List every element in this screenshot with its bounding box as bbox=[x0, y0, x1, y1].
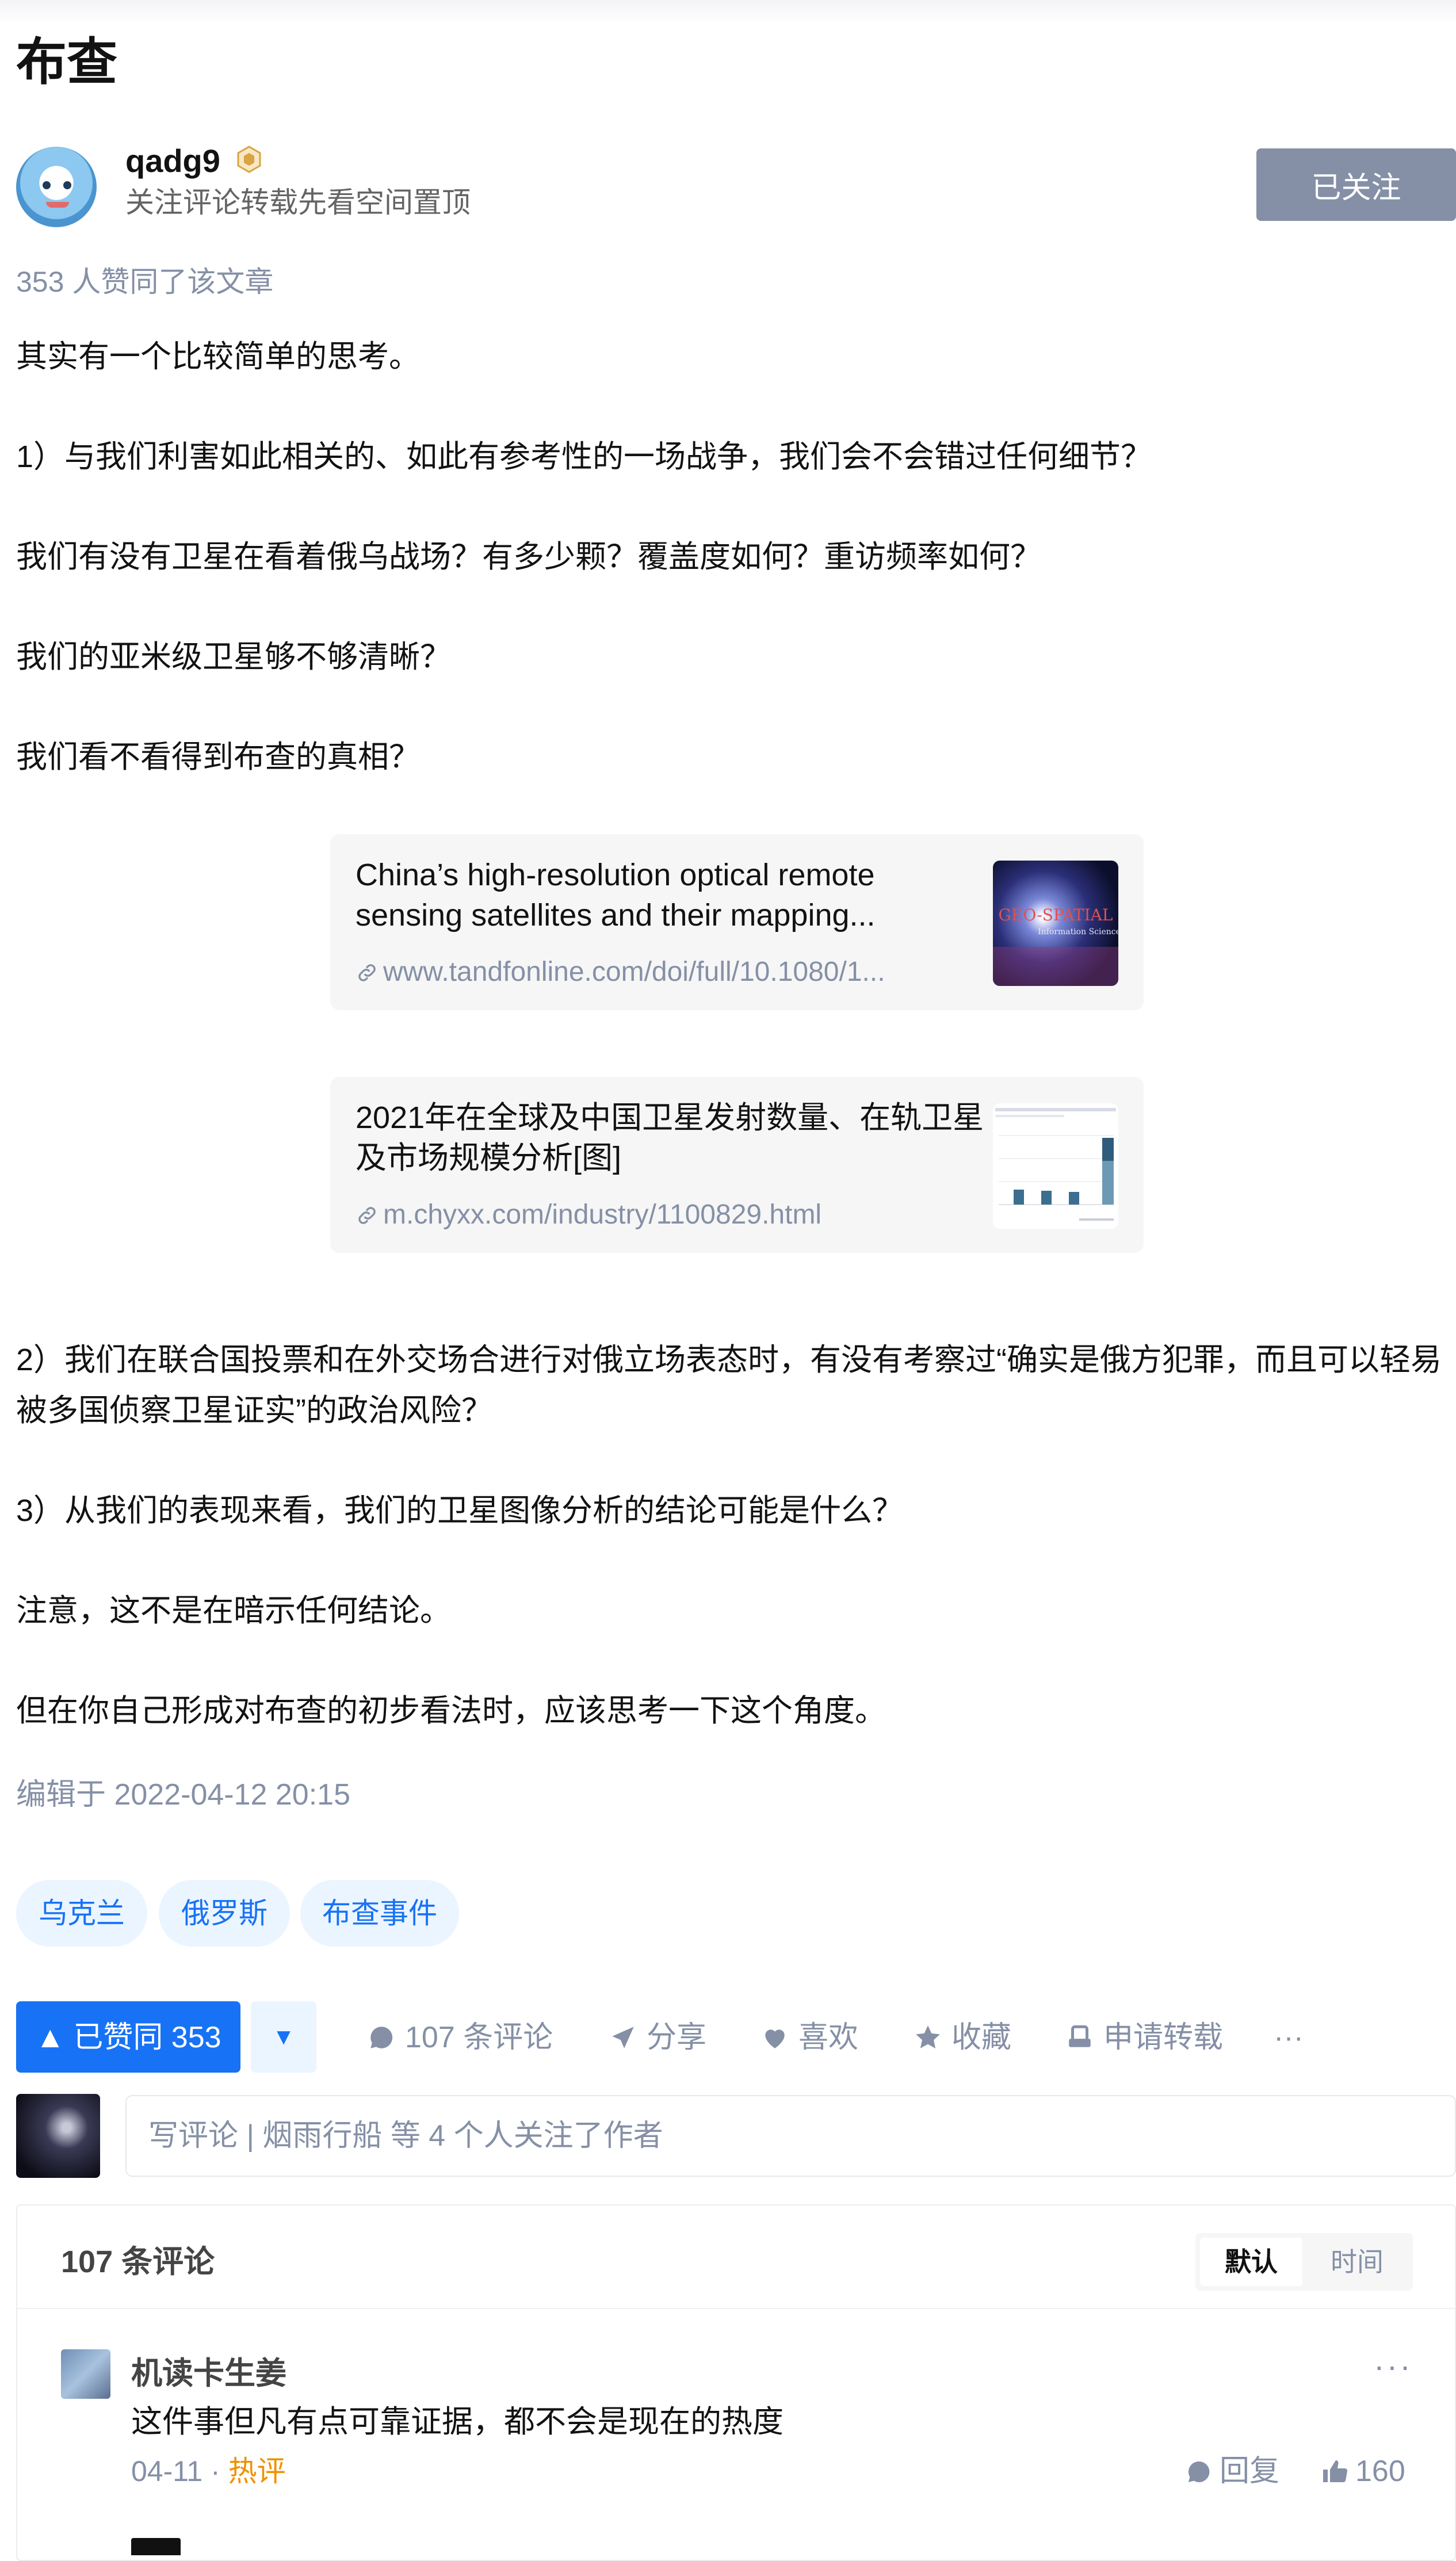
link-card-thumbnail bbox=[993, 1103, 1118, 1229]
likes-count[interactable]: 353 人赞同了该文章 bbox=[16, 261, 273, 303]
tag-bucha[interactable]: 布查事件 bbox=[300, 1880, 459, 1947]
paragraph: 我们有没有卫星在看着俄乌战场？有多少颗？覆盖度如何？重访频率如何？ bbox=[16, 540, 1041, 574]
comment-input[interactable]: 写评论 | 烟雨行船 等 4 个人关注了作者 bbox=[125, 2095, 1456, 2177]
comments-action-label: 107 条评论 bbox=[405, 2021, 553, 2054]
badge-icon bbox=[237, 146, 261, 173]
like-action[interactable]: 喜欢 bbox=[761, 2013, 858, 2062]
paragraph: 1）与我们利害如此相关的、如此有参考性的一场战争，我们会不会错过任何细节？ bbox=[16, 439, 1152, 474]
agree-button[interactable]: ▲ 已赞同 353 bbox=[16, 2001, 240, 2073]
paragraph: 注意，这不是在暗示任何结论。 bbox=[16, 1593, 451, 1628]
reply-label: 回复 bbox=[1220, 2455, 1280, 2488]
avatar-eye bbox=[43, 181, 51, 189]
article-title: 布查 bbox=[16, 33, 118, 90]
link-icon bbox=[358, 1207, 376, 1224]
commenter-name[interactable]: 机读卡生姜 bbox=[131, 2349, 286, 2398]
comment-like-button[interactable]: 160 bbox=[1321, 2447, 1405, 2495]
next-commenter-avatar[interactable] bbox=[131, 2538, 181, 2555]
comment-sort-toggle: 默认 时间 bbox=[1195, 2233, 1413, 2291]
paragraph: 但在你自己形成对布查的初步看法时，应该思考一下这个角度。 bbox=[16, 1694, 886, 1728]
link-card[interactable]: China’s high-resolution optical remote s… bbox=[330, 834, 1144, 1010]
like-action-label: 喜欢 bbox=[798, 2021, 859, 2054]
link-card-thumbnail: GEO-SPATIAL Information Science bbox=[993, 861, 1118, 986]
current-user-avatar bbox=[16, 2094, 100, 2178]
share-icon bbox=[612, 2027, 634, 2048]
edited-time: 编辑于 2022-04-12 20:15 bbox=[16, 1778, 351, 1811]
heart-icon bbox=[765, 2029, 785, 2048]
link-card-url-text: m.chyxx.com/industry/1100829.html bbox=[383, 1199, 822, 1230]
repost-action-label: 申请转载 bbox=[1103, 2021, 1224, 2054]
author-avatar[interactable] bbox=[16, 147, 97, 227]
comment-more-button[interactable]: ··· bbox=[1374, 2347, 1413, 2384]
avatar-mouth bbox=[46, 202, 69, 208]
link-card-url: www.tandfonline.com/doi/full/10.1080/1..… bbox=[356, 955, 965, 989]
sort-time-button[interactable]: 时间 bbox=[1306, 2238, 1408, 2286]
thumb-up-icon bbox=[1323, 2460, 1348, 2483]
share-action-label: 分享 bbox=[647, 2021, 707, 2054]
comment-icon bbox=[370, 2027, 393, 2048]
more-actions-button[interactable]: ··· bbox=[1274, 2013, 1304, 2062]
paragraph: 我们看不看得到布查的真相？ bbox=[16, 740, 420, 774]
link-icon bbox=[358, 964, 376, 981]
collect-action-label: 收藏 bbox=[951, 2021, 1012, 2054]
disagree-button[interactable]: ▼ bbox=[251, 2001, 316, 2073]
repost-icon bbox=[1069, 2025, 1091, 2047]
link-card-title: 2021年在全球及中国卫星发射数量、在轨卫星及市场规模分析[图] bbox=[356, 1100, 984, 1175]
avatar-eye bbox=[63, 181, 71, 189]
author-bio: 关注评论转载先看空间置顶 bbox=[125, 186, 471, 219]
thumb-subtitle: Information Science bbox=[1038, 927, 1118, 937]
link-card-title: China’s high-resolution optical remote s… bbox=[356, 858, 876, 932]
comments-action[interactable]: 107 条评论 bbox=[367, 2013, 553, 2062]
paragraph: 3）从我们的表现来看，我们的卫星图像分析的结论可能是什么？ bbox=[16, 1493, 904, 1528]
comment-like-count: 160 bbox=[1355, 2455, 1405, 2488]
divider bbox=[17, 2308, 1455, 2309]
comment-icon bbox=[1188, 2461, 1210, 2482]
comment-reply-button[interactable]: 回复 bbox=[1185, 2447, 1279, 2495]
repost-action[interactable]: 申请转载 bbox=[1065, 2013, 1223, 2062]
sort-default-button[interactable]: 默认 bbox=[1200, 2238, 1302, 2286]
collect-action[interactable]: 收藏 bbox=[914, 2013, 1011, 2062]
thumbnail-graphic: GEO-SPATIAL Information Science bbox=[993, 905, 1118, 986]
star-icon bbox=[916, 2025, 940, 2048]
comment-meta: 04-11 · 热评 bbox=[131, 2447, 286, 2495]
link-card[interactable]: 2021年在全球及中国卫星发射数量、在轨卫星及市场规模分析[图] m.chyxx… bbox=[330, 1077, 1144, 1253]
paragraph: 我们的亚米级卫星够不够清晰？ bbox=[16, 640, 451, 674]
tag-ukraine[interactable]: 乌克兰 bbox=[16, 1880, 147, 1947]
paragraph: 其实有一个比较简单的思考。 bbox=[16, 339, 420, 374]
top-bar-shadow bbox=[0, 0, 1456, 23]
commenter-avatar[interactable] bbox=[61, 2349, 110, 2399]
follow-button[interactable]: 已关注 bbox=[1256, 148, 1456, 221]
comment-text: 这件事但凡有点可靠证据，都不会是现在的热度 bbox=[131, 2405, 784, 2439]
share-action[interactable]: 分享 bbox=[609, 2013, 706, 2062]
link-card-url-text: www.tandfonline.com/doi/full/10.1080/1..… bbox=[383, 957, 885, 987]
comments-count: 107 条评论 bbox=[61, 2245, 215, 2279]
paragraph: 2）我们在联合国投票和在外交场合进行对俄立场表态时，有没有考察过“确实是俄方犯罪… bbox=[16, 1343, 1442, 1428]
thumb-title: GEO-SPATIAL bbox=[999, 905, 1113, 924]
author-name[interactable]: qadg9 bbox=[125, 138, 220, 184]
link-card-url: m.chyxx.com/industry/1100829.html bbox=[356, 1198, 965, 1232]
thumbnail-bar-chart bbox=[995, 1108, 1116, 1221]
tag-russia[interactable]: 俄罗斯 bbox=[159, 1880, 290, 1947]
hot-badge: 热评 bbox=[228, 2455, 286, 2487]
comment-date: 04-11 · bbox=[131, 2455, 228, 2487]
